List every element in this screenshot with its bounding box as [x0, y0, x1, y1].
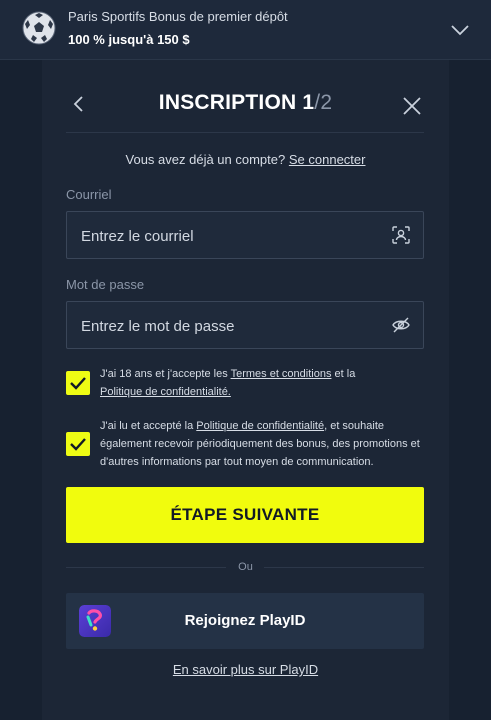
marketing-privacy-link[interactable]: Politique de confidentialité: [196, 420, 324, 432]
or-divider-right: [264, 567, 424, 568]
password-field[interactable]: [79, 302, 383, 350]
face-scan-icon[interactable]: [391, 225, 411, 245]
terms-text-middle: et la: [331, 368, 356, 380]
promo-title: Paris Sportifs Bonus de premier dépôt: [68, 9, 288, 24]
checkmark-icon: [70, 438, 86, 451]
soccer-ball-icon: [22, 11, 56, 45]
page-title: INSCRIPTION 1/2: [42, 91, 449, 115]
login-link[interactable]: Se connecter: [289, 152, 366, 167]
email-label: Courriel: [66, 187, 112, 202]
email-field[interactable]: [79, 212, 383, 260]
dialog-header: INSCRIPTION 1/2: [42, 60, 449, 132]
playid-button-label: Rejoignez PlayID: [184, 612, 306, 629]
marketing-consent-text: J'ai lu et accepté la Politique de confi…: [100, 417, 430, 471]
registration-panel: INSCRIPTION 1/2 Vous avez déjà un compte…: [42, 60, 449, 720]
close-icon[interactable]: [402, 96, 422, 116]
password-field-container: [66, 301, 424, 350]
terms-link[interactable]: Termes et conditions: [231, 368, 332, 380]
terms-checkbox[interactable]: [66, 371, 90, 395]
step-current: 1: [302, 91, 315, 114]
promo-banner[interactable]: Paris Sportifs Bonus de premier dépôt 10…: [0, 0, 491, 60]
email-field-container: [66, 211, 424, 260]
terms-text-before: J'ai 18 ans et j'accepte les: [100, 368, 231, 380]
checkmark-icon: [70, 377, 86, 390]
marketing-text-before: J'ai lu et accepté la: [100, 420, 197, 432]
header-divider: [66, 132, 424, 133]
promo-amount: 100 % jusqu'à 150 $: [68, 32, 190, 47]
next-step-button[interactable]: ÉTAPE SUIVANTE: [66, 487, 424, 543]
playid-button[interactable]: Rejoignez PlayID: [66, 593, 424, 649]
marketing-checkbox[interactable]: [66, 432, 90, 456]
login-prompt-text: Vous avez déjà un compte?: [125, 152, 286, 167]
chevron-down-icon[interactable]: [448, 18, 472, 42]
login-prompt: Vous avez déjà un compte? Se connecter: [42, 152, 449, 167]
eye-off-icon[interactable]: [391, 315, 411, 335]
password-label: Mot de passe: [66, 277, 145, 292]
step-total: /2: [314, 91, 333, 114]
title-text: INSCRIPTION: [158, 91, 297, 114]
playid-learn-more-link[interactable]: En savoir plus sur PlayID: [42, 662, 449, 677]
terms-consent-text: J'ai 18 ans et j'accepte les Termes et c…: [100, 365, 430, 401]
privacy-link[interactable]: Politique de confidentialité.: [100, 386, 231, 398]
